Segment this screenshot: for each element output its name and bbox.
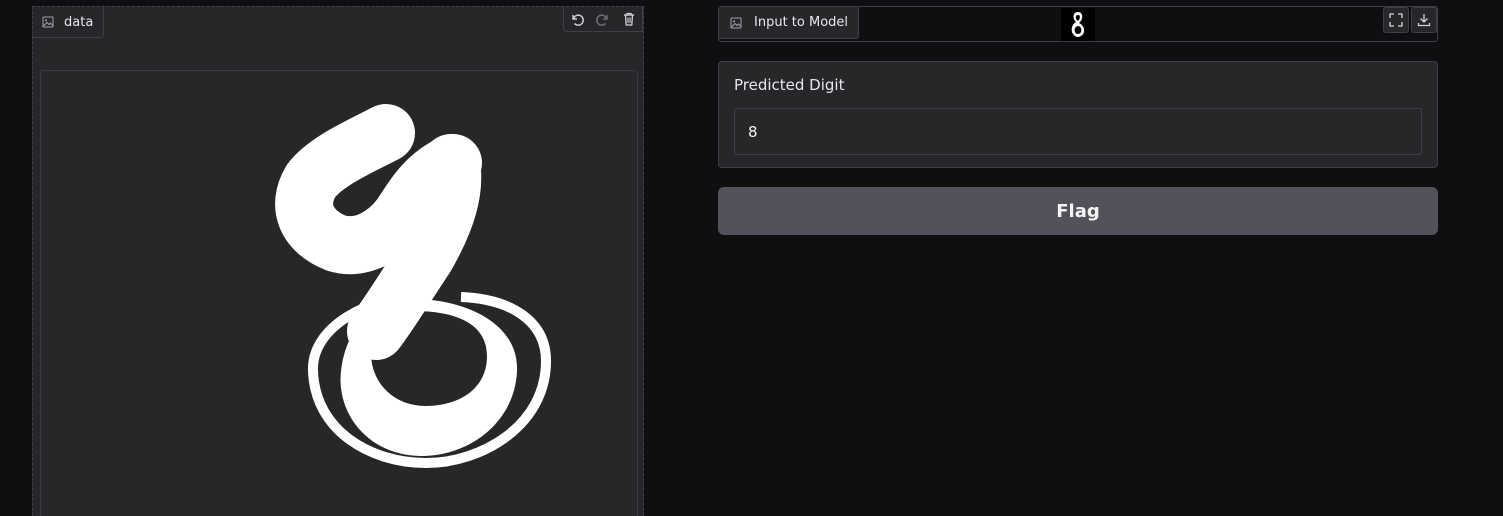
model-input-actions <box>1383 7 1437 33</box>
image-icon <box>730 17 742 29</box>
drawing-canvas[interactable] <box>40 70 638 516</box>
clear-button[interactable] <box>616 7 642 31</box>
redo-button[interactable] <box>590 7 616 31</box>
undo-icon <box>572 14 584 26</box>
fullscreen-button[interactable] <box>1383 7 1409 33</box>
prediction-label: Predicted Digit <box>734 76 845 94</box>
prediction-value-field[interactable]: 8 <box>734 108 1422 155</box>
undo-button[interactable] <box>564 7 590 31</box>
sketchpad-label: data <box>64 14 94 30</box>
prediction-panel: Predicted Digit 8 <box>718 61 1438 168</box>
thumbnail-digit <box>1071 11 1085 37</box>
model-input-thumbnail <box>1061 8 1095 41</box>
model-input-panel: Input to Model <box>718 6 1438 42</box>
redo-icon <box>596 14 608 26</box>
fullscreen-icon <box>1389 13 1403 27</box>
app-root: data Input to Model Predicted Digit 8 Fl… <box>0 0 1503 516</box>
trash-icon <box>624 12 634 26</box>
sketchpad-panel: data <box>32 6 644 516</box>
flag-button[interactable]: Flag <box>718 187 1438 235</box>
download-icon <box>1417 14 1431 27</box>
model-input-label-tab: Input to Model <box>719 7 860 39</box>
model-input-label: Input to Model <box>754 15 849 30</box>
digit-drawing <box>275 104 552 469</box>
image-icon <box>42 16 54 28</box>
download-button[interactable] <box>1411 7 1437 33</box>
sketchpad-toolbar <box>563 7 643 32</box>
sketchpad-label-tab: data <box>33 7 105 38</box>
